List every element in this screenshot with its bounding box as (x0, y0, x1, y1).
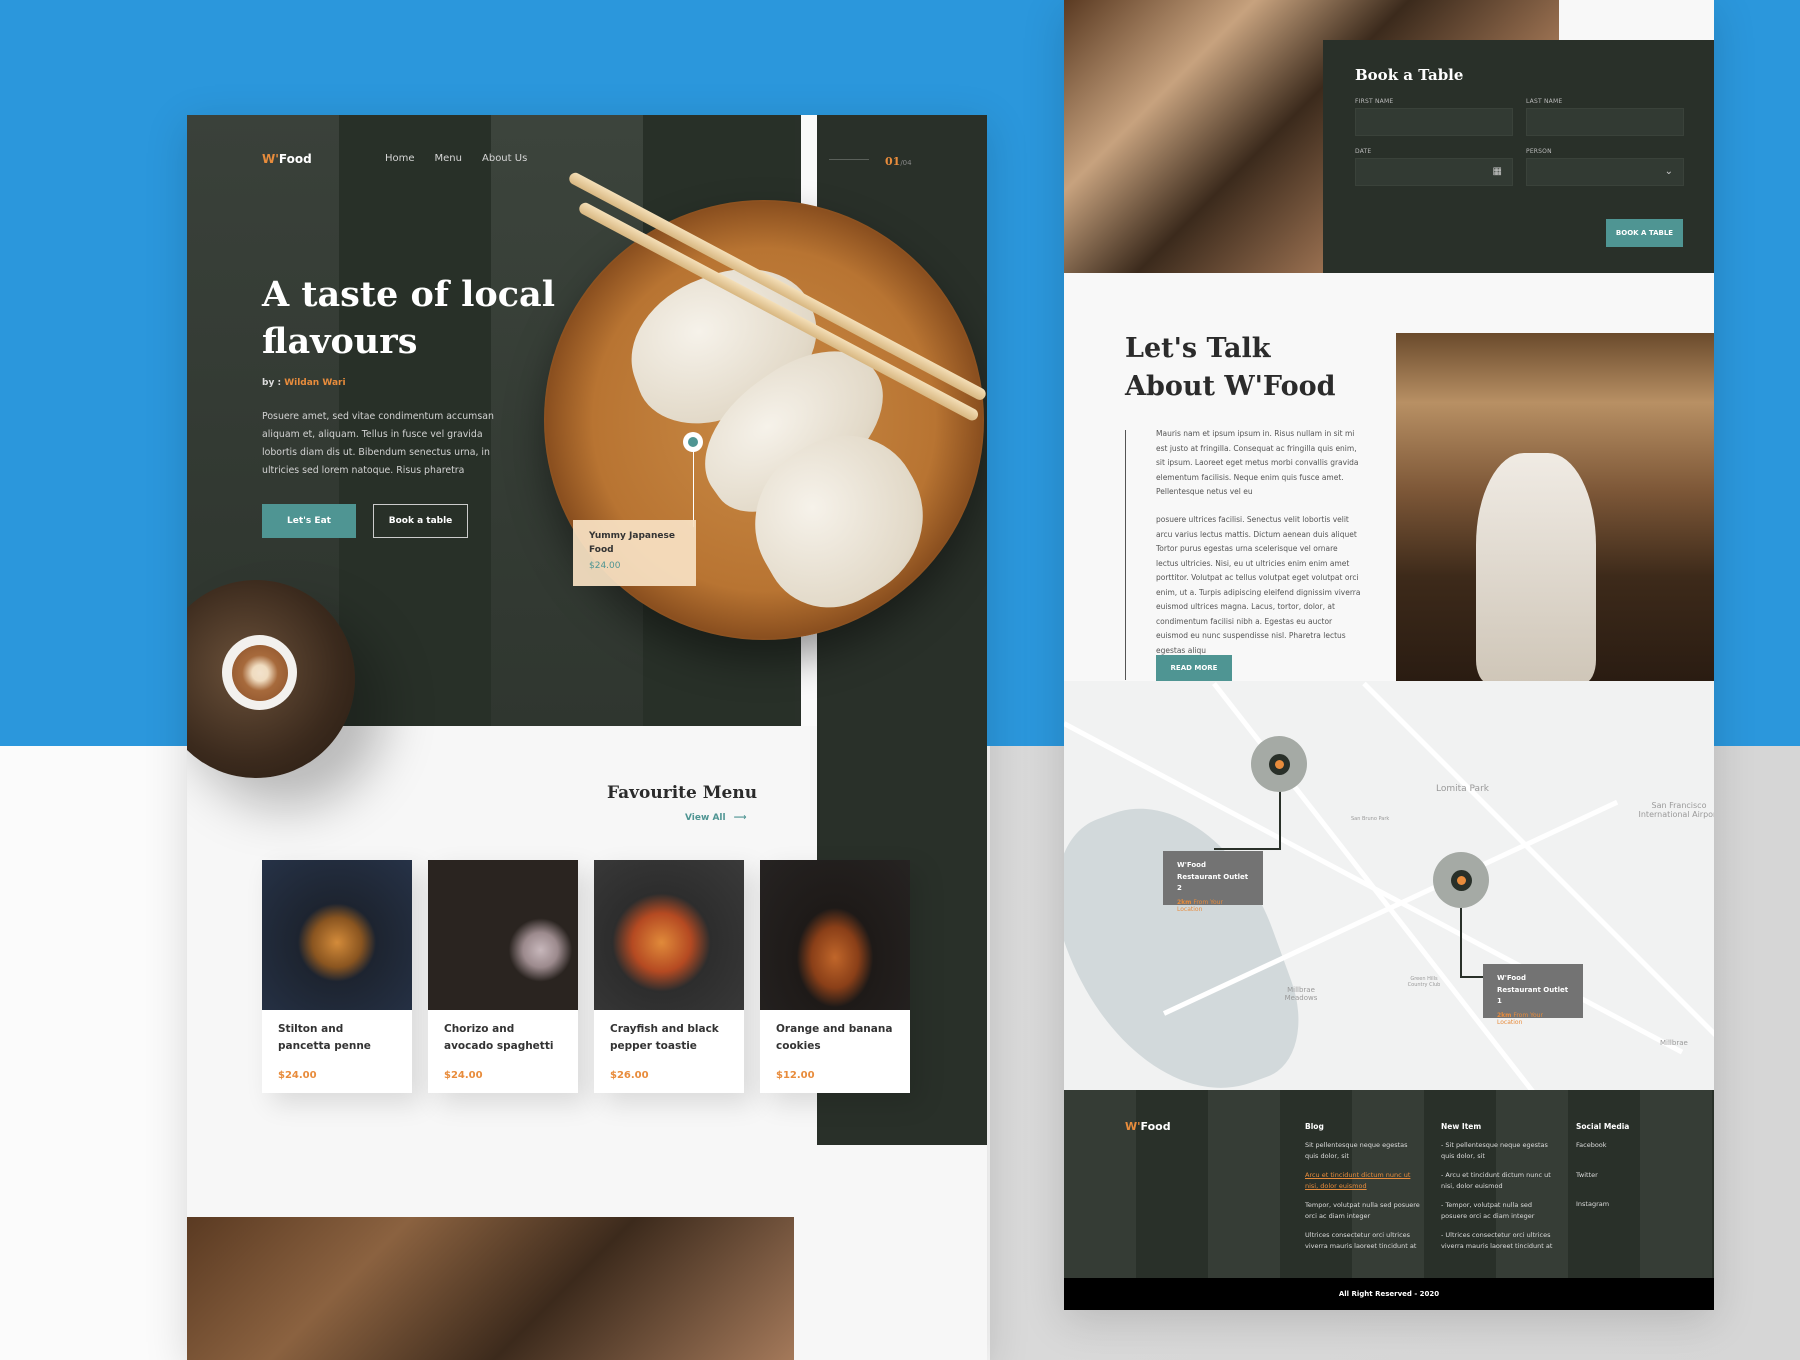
outlet-1-card[interactable]: W'Food Restaurant Outlet 1 2km From Your… (1483, 964, 1583, 1026)
nav-about-us[interactable]: About Us (482, 153, 527, 164)
menu-card[interactable]: Stilton and pancetta penne $24.00 (262, 860, 412, 1093)
booking-title: Book a Table (1355, 66, 1464, 84)
author-line: by : Wildan Wari (262, 378, 346, 388)
arrow-right-icon: ⟶ (733, 813, 747, 823)
home-page-mockup: W'Food Home Menu About Us 01/04 Yummy Ja… (187, 115, 987, 1360)
menu-card[interactable]: Crayfish and black pepper toastie $26.00 (594, 860, 744, 1093)
chevron-down-icon: ⌄ (1664, 166, 1673, 177)
hotspot-marker[interactable] (683, 432, 703, 452)
slide-counter: 01/04 (829, 150, 912, 169)
date-input[interactable]: ▦ (1355, 158, 1513, 186)
menu-card[interactable]: Orange and banana cookies $12.00 (760, 860, 910, 1093)
favourite-menu-title: Favourite Menu (607, 783, 758, 803)
hero-description: Posuere amet, sed vitae condimentum accu… (262, 411, 494, 476)
view-all-link[interactable]: View All ⟶ (685, 813, 747, 823)
dish-image (594, 860, 744, 1010)
instagram-link[interactable]: Instagram (1576, 1199, 1656, 1210)
book-table-button[interactable]: Book a table (373, 504, 468, 538)
menu-card[interactable]: Chorizo and avocado spaghetti $24.00 (428, 860, 578, 1093)
nav-home[interactable]: Home (385, 153, 415, 164)
footer: W'Food Blog Sit pellentesque neque egest… (1064, 1090, 1714, 1278)
featured-food-card[interactable]: Yummy Japanese Food $24.00 (573, 520, 696, 586)
book-a-table-submit[interactable]: BOOK A TABLE (1606, 219, 1683, 247)
twitter-link[interactable]: Twitter (1576, 1170, 1656, 1181)
calendar-icon[interactable]: ▦ (1493, 166, 1502, 177)
map-pin-outlet-2[interactable] (1251, 736, 1307, 792)
chef-kitchen-photo (1396, 333, 1714, 681)
footer-new-item: New Item - Sit pellentesque neque egesta… (1441, 1122, 1553, 1250)
menu-cards: Stilton and pancetta penne $24.00 Choriz… (262, 860, 910, 1093)
lets-eat-button[interactable]: Let's Eat (262, 504, 356, 538)
person-select[interactable]: ⌄ (1526, 158, 1684, 186)
dish-image (262, 860, 412, 1010)
dish-image (428, 860, 578, 1010)
about-page-mockup: Book a Table FIRST NAME LAST NAME DATE ▦ … (1064, 0, 1714, 1310)
facebook-link[interactable]: Facebook (1576, 1140, 1656, 1151)
last-name-input[interactable] (1526, 108, 1684, 136)
booking-form: Book a Table FIRST NAME LAST NAME DATE ▦ … (1323, 40, 1714, 273)
about-title: Let's Talk About W'Food (1125, 333, 1336, 402)
location-map[interactable]: Lomita Park San Francisco International … (1064, 681, 1714, 1090)
about-paragraph-1: Mauris nam et ipsum ipsum in. Risus null… (1156, 429, 1359, 496)
footer-blog: Blog Sit pellentesque neque egestas quis… (1305, 1122, 1420, 1250)
main-nav: Home Menu About Us (385, 153, 527, 164)
hero-title: A taste of local flavours (262, 274, 556, 362)
outlet-2-card[interactable]: W'Food Restaurant Outlet 2 2km From Your… (1163, 851, 1263, 913)
footer-social: Social Media Facebook Twitter Instagram (1576, 1122, 1656, 1229)
about-paragraph-2: posuere ultrices facilisi. Senectus veli… (1156, 515, 1361, 655)
restaurant-photo (187, 1217, 794, 1360)
copyright-bar: All Right Reserved - 2020 (1064, 1278, 1714, 1310)
brand-logo[interactable]: W'Food (262, 152, 312, 166)
nav-menu[interactable]: Menu (435, 153, 462, 164)
first-name-input[interactable] (1355, 108, 1513, 136)
read-more-button[interactable]: READ MORE (1156, 655, 1232, 681)
dish-image (760, 860, 910, 1010)
map-pin-outlet-1[interactable] (1433, 852, 1489, 908)
footer-logo[interactable]: W'Food (1125, 1120, 1171, 1133)
